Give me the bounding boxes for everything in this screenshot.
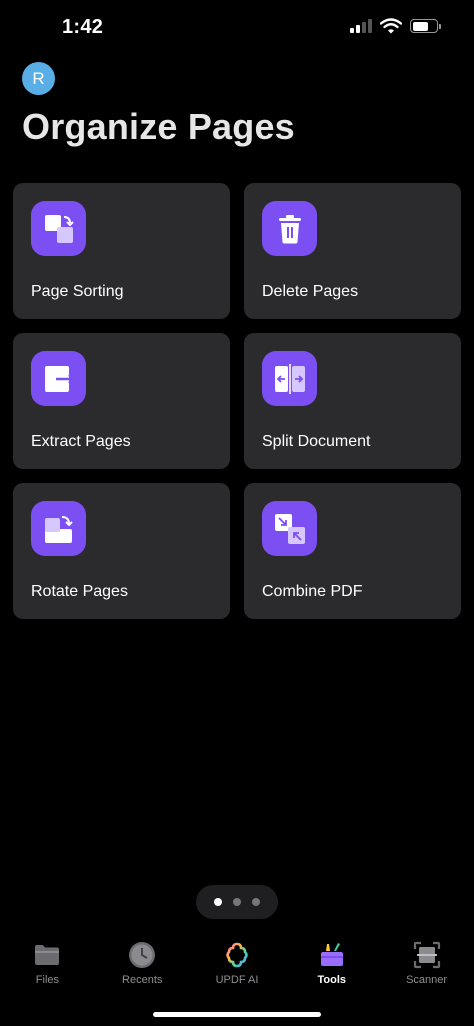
toolbox-icon (317, 940, 347, 970)
page-dot[interactable] (252, 898, 260, 906)
combine-pdf-card[interactable]: Combine PDF (244, 483, 461, 619)
tab-label: UPDF AI (215, 974, 259, 986)
tool-label: Rotate Pages (31, 583, 128, 600)
status-time: 1:42 (62, 16, 104, 38)
tab-files[interactable]: Files (0, 932, 95, 992)
rotate-pages-card[interactable]: Rotate Pages (13, 483, 230, 619)
tool-label: Extract Pages (31, 433, 131, 450)
extract-pages-icon (31, 351, 86, 406)
tab-recents[interactable]: Recents (95, 932, 190, 992)
delete-pages-card[interactable]: Delete Pages (244, 183, 461, 319)
cellular-signal-icon (350, 19, 372, 33)
clock-icon (127, 940, 157, 970)
status-bar: 1:42 (0, 0, 474, 56)
folder-icon (32, 940, 62, 970)
tab-scanner[interactable]: Scanner (379, 932, 474, 992)
tool-label: Delete Pages (262, 283, 359, 300)
tool-label: Combine PDF (262, 583, 363, 600)
status-icons (350, 18, 441, 34)
scanner-icon (412, 940, 442, 970)
tool-label: Split Document (262, 433, 371, 450)
tab-label: Files (35, 974, 60, 986)
tab-label: Recents (122, 974, 163, 986)
home-indicator[interactable] (153, 1012, 321, 1017)
tab-tools[interactable]: Tools (284, 932, 379, 992)
page-dot[interactable] (233, 898, 241, 906)
page-indicator[interactable] (196, 885, 278, 919)
split-document-icon (262, 351, 317, 406)
page-title: Organize Pages (22, 106, 295, 147)
tab-label: Scanner (406, 974, 448, 986)
combine-pdf-icon (262, 501, 317, 556)
rotate-pages-icon (31, 501, 86, 556)
tab-label: Tools (317, 974, 347, 986)
extract-pages-card[interactable]: Extract Pages (13, 333, 230, 469)
tool-label: Page Sorting (31, 283, 124, 300)
avatar-initial: R (32, 68, 45, 88)
trash-icon (262, 201, 317, 256)
tab-updf-ai[interactable]: UPDF AI (190, 932, 285, 992)
battery-icon (410, 19, 441, 33)
tab-bar: Files Recents UPDF AI Tools Scanner (0, 932, 474, 992)
page-dot-active[interactable] (214, 898, 222, 906)
page-sorting-card[interactable]: Page Sorting (13, 183, 230, 319)
wifi-icon (380, 18, 402, 34)
updf-ai-icon (222, 940, 252, 970)
split-document-card[interactable]: Split Document (244, 333, 461, 469)
page-sorting-icon (31, 201, 86, 256)
tool-grid: Page Sorting Delete Pages Extract Pages (13, 183, 461, 619)
avatar[interactable]: R (22, 62, 55, 95)
